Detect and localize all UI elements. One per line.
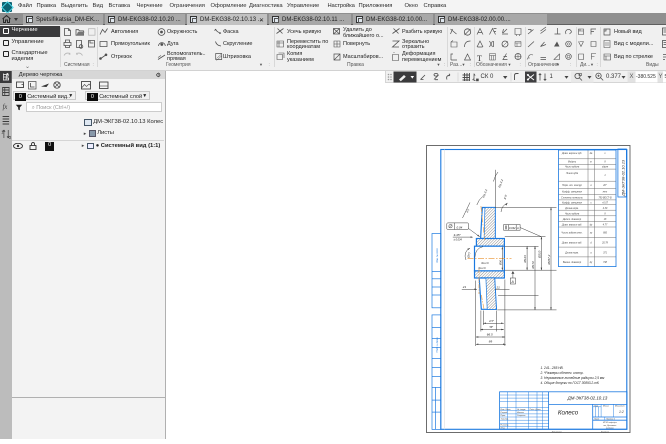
svg-text:Ø172: Ø172 [531, 260, 535, 269]
svg-text:Масштаб: Масштаб [615, 405, 625, 407]
svg-text:Ø210: Ø210 [538, 250, 542, 259]
svg-text:идрлн: идрлн [602, 165, 609, 168]
svg-text:750 ВОСТ-В: 750 ВОСТ-В [598, 197, 611, 199]
svg-text:3-45°: 3-45° [454, 232, 462, 236]
svg-text:Ø90: Ø90 [498, 259, 502, 265]
svg-text:Ø124: Ø124 [523, 254, 527, 263]
svg-text:1. 241...285 НВ.: 1. 241...285 НВ. [541, 366, 564, 370]
svg-text:Внешн. диаметр: Внешн. диаметр [563, 261, 582, 264]
svg-text:Листов 1: Листов 1 [605, 418, 615, 420]
svg-text:Делит. диаметр: Делит. диаметр [562, 218, 582, 221]
svg-text:Т.контр.: Т.контр. [501, 418, 510, 420]
svg-text:4.5°: 4.5° [489, 319, 495, 323]
svg-text:Линия зуба: Линия зуба [565, 173, 579, 175]
svg-text:4. Общие допуски по ГОСТ 30893: 4. Общие допуски по ГОСТ 30893.2-mK [541, 381, 600, 385]
svg-text:Длина норм.: Длина норм. [564, 252, 579, 254]
svg-text:20.78: 20.78 [601, 242, 608, 244]
svg-text:Диам. вершин зуб.: Диам. вершин зуб. [561, 152, 582, 154]
svg-text:ДМ-ЭКГ38-02.10.13: ДМ-ЭКГ38-02.10.13 [620, 159, 625, 197]
svg-text:Утв.: Утв. [501, 427, 506, 429]
svg-text:Подп. и дата: Подп. и дата [436, 336, 439, 352]
svg-text:0.04: 0.04 [457, 225, 463, 229]
svg-text:3. Неуказанные литейные радиус: 3. Неуказанные литейные радиусы 2,5 мм [541, 376, 606, 380]
svg-text:Ra 1.6: Ra 1.6 [479, 266, 487, 269]
svg-text:21: 21 [462, 285, 467, 289]
svg-text:№ докум.: № докум. [517, 407, 526, 410]
svg-text:А: А [516, 225, 519, 229]
svg-text:ДМ-ЭКГ38-02.10.13: ДМ-ЭКГ38-02.10.13 [567, 395, 608, 400]
svg-text:Ra 1.6: Ra 1.6 [482, 262, 490, 265]
svg-text:Коэфф. смещения: Коэфф. смещения [562, 190, 583, 193]
svg-text:Изм. Лист: Изм. Лист [501, 408, 511, 410]
svg-text:Модуль: Модуль [568, 160, 577, 163]
svg-text:Разраб.: Разраб. [501, 412, 509, 414]
svg-text:± 0.034: ± 0.034 [454, 238, 463, 241]
svg-text:Число зубьев: Число зубьев [565, 166, 580, 168]
svg-text:4.39: 4.39 [603, 206, 608, 209]
svg-text:0.032: 0.032 [509, 225, 516, 229]
svg-text:4.77: 4.77 [603, 223, 608, 226]
svg-text:Масса: Масса [603, 405, 610, 407]
svg-text:Число зубьев: Число зубьев [565, 213, 580, 215]
svg-text:Диам. вершин зуб.: Диам. вершин зуб. [561, 224, 582, 226]
svg-text:+0.07: +0.07 [602, 202, 609, 204]
svg-text:Норм. исх. контур: Норм. исх. контур [562, 185, 582, 187]
svg-text:Диам. вершин зуб.: Диам. вершин зуб. [561, 242, 582, 244]
svg-text:20°: 20° [602, 185, 607, 187]
svg-text:58*: 58* [490, 326, 494, 329]
svg-text:2. *Размеры обеспеч. инстр.: 2. *Размеры обеспеч. инстр. [540, 371, 584, 375]
svg-text:выпуска: выпуска [606, 427, 615, 429]
svg-text:89: 89 [489, 339, 493, 343]
svg-text:ИГЭУ кафедра: ИГЭУ кафедра [603, 421, 618, 424]
svg-text:Ø457,2: Ø457,2 [547, 254, 551, 265]
svg-text:Инв. № подл.: Инв. № подл. [436, 247, 439, 262]
svg-text:66.5: 66.5 [487, 332, 493, 336]
svg-text:Пров.: Пров. [501, 415, 507, 417]
svg-text:Лист: Лист [593, 418, 599, 420]
svg-text:Лит.: Лит. [593, 405, 599, 407]
svg-text:нет: нет [603, 191, 608, 193]
svg-text:Длина норм.: Длина норм. [564, 207, 579, 209]
svg-text:им. Динамики: им. Динамики [603, 424, 617, 426]
svg-text:Коэфф. смещения: Коэфф. смещения [562, 201, 583, 204]
svg-text:Число зубьев сект.: Число зубьев сект. [561, 232, 582, 234]
svg-text:Формат: Формат [601, 430, 609, 433]
svg-text:21: 21 [496, 285, 501, 289]
svg-text:Смирнов: Смирнов [517, 415, 525, 417]
svg-text:1:2: 1:2 [619, 410, 624, 414]
svg-text:Подп. Дата: Подп. Дата [530, 407, 542, 410]
svg-text:Копировал: Копировал [552, 431, 563, 433]
svg-text:fx: fx [3, 102, 9, 111]
svg-text:Н.контр.: Н.контр. [501, 424, 510, 426]
svg-text:Колесо: Колесо [558, 409, 579, 416]
svg-text:Степень точности: Степень точности [561, 197, 583, 199]
svg-text:m: m [590, 161, 592, 163]
svg-text:Иванов: Иванов [517, 412, 524, 414]
